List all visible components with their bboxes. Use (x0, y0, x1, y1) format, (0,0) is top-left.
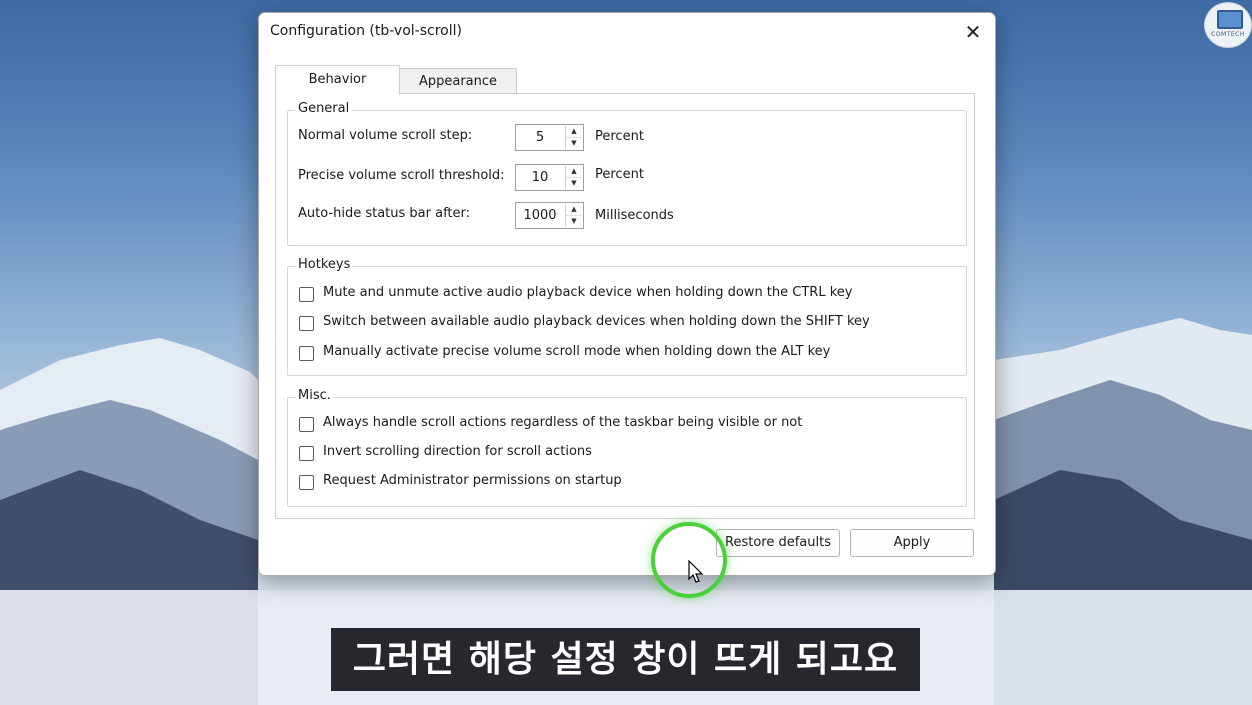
checkbox[interactable] (299, 446, 314, 461)
misc-group: Misc. Always handle scroll actions regar… (287, 388, 967, 507)
mouse-cursor-icon (688, 560, 704, 583)
spin-up-icon[interactable]: ▲ (566, 204, 582, 216)
checkbox-label[interactable]: Always handle scroll actions regardless … (323, 415, 802, 430)
general-group: General Normal volume scroll step: 5 ▲ ▼… (287, 101, 967, 246)
apply-button[interactable]: Apply (850, 529, 974, 557)
auto-hide-stepper[interactable]: 1000 ▲ ▼ (515, 202, 584, 229)
video-subtitle: 그러면 해당 설정 창이 뜨게 되고요 (331, 628, 920, 691)
hotkeys-group: Hotkeys Mute and unmute active audio pla… (287, 257, 967, 376)
checkbox[interactable] (299, 287, 314, 302)
window-title: Configuration (tb-vol-scroll) (270, 23, 462, 39)
monitor-icon (1217, 10, 1243, 29)
normal-scroll-step-label: Normal volume scroll step: (298, 128, 473, 143)
hotkeys-group-label: Hotkeys (295, 257, 354, 272)
precise-threshold-value[interactable]: 10 (516, 165, 564, 190)
normal-scroll-step-stepper[interactable]: 5 ▲ ▼ (515, 124, 584, 151)
configuration-window: Configuration (tb-vol-scroll) ✕ Behavior… (258, 12, 996, 576)
checkbox[interactable] (299, 316, 314, 331)
tab-behavior[interactable]: Behavior (275, 65, 400, 95)
spin-down-icon[interactable]: ▼ (566, 216, 582, 227)
spin-up-icon[interactable]: ▲ (566, 166, 582, 178)
checkbox[interactable] (299, 475, 314, 490)
tab-appearance[interactable]: Appearance (399, 68, 517, 95)
precise-threshold-stepper[interactable]: 10 ▲ ▼ (515, 164, 584, 191)
general-group-label: General (295, 101, 353, 116)
auto-hide-unit: Milliseconds (595, 208, 674, 223)
spin-down-icon[interactable]: ▼ (566, 138, 582, 149)
auto-hide-label: Auto-hide status bar after: (298, 206, 471, 221)
close-icon[interactable]: ✕ (957, 17, 989, 47)
channel-logo: COMTECH (1204, 2, 1252, 48)
checkbox-label[interactable]: Request Administrator permissions on sta… (323, 473, 622, 488)
checkbox[interactable] (299, 417, 314, 432)
checkbox-label[interactable]: Switch between available audio playback … (323, 314, 870, 329)
checkbox-label[interactable]: Invert scrolling direction for scroll ac… (323, 444, 592, 459)
restore-defaults-button[interactable]: Restore defaults (716, 529, 840, 557)
normal-scroll-step-unit: Percent (595, 129, 644, 144)
title-bar[interactable]: Configuration (tb-vol-scroll) ✕ (259, 13, 995, 51)
spin-up-icon[interactable]: ▲ (566, 126, 582, 138)
checkbox-label[interactable]: Manually activate precise volume scroll … (323, 344, 830, 359)
spin-down-icon[interactable]: ▼ (566, 178, 582, 189)
channel-logo-text: COMTECH (1211, 31, 1245, 38)
misc-group-label: Misc. (295, 388, 334, 403)
normal-scroll-step-value[interactable]: 5 (516, 125, 564, 150)
precise-threshold-unit: Percent (595, 167, 644, 182)
precise-threshold-label: Precise volume scroll threshold: (298, 168, 505, 183)
auto-hide-value[interactable]: 1000 (516, 203, 564, 228)
behavior-panel: General Normal volume scroll step: 5 ▲ ▼… (275, 93, 975, 519)
checkbox[interactable] (299, 346, 314, 361)
checkbox-label[interactable]: Mute and unmute active audio playback de… (323, 285, 852, 300)
